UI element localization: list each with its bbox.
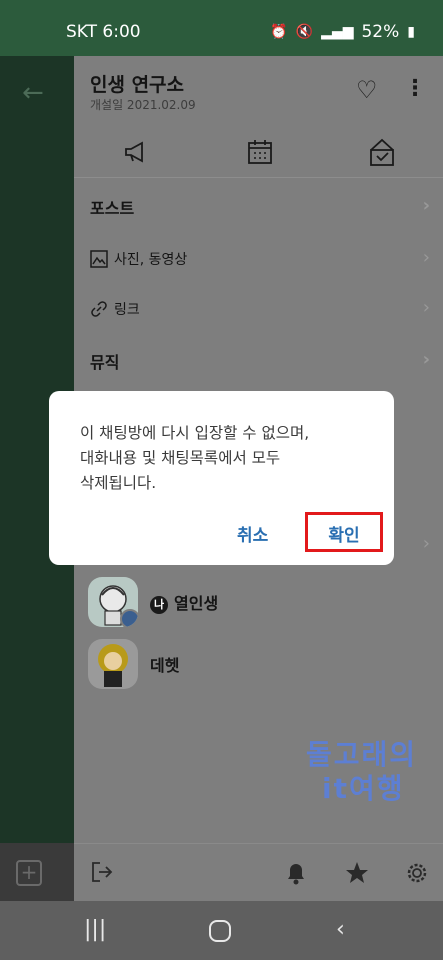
exit-icon[interactable] — [90, 860, 114, 884]
confirm-button[interactable]: 확인 — [308, 521, 380, 546]
recent-apps-icon[interactable]: ||| — [84, 917, 106, 942]
gear-icon[interactable] — [404, 860, 430, 886]
star-icon[interactable] — [344, 860, 370, 886]
menu-photos-label: 사진, 동영상 — [114, 252, 188, 268]
status-icons: ⏰ 🔇 ▂▄▆ 52% ▮ — [270, 22, 415, 42]
alarm-icon: ⏰ — [270, 24, 288, 40]
menu-links-label: 링크 — [114, 302, 140, 318]
link-icon — [90, 300, 108, 318]
chevron-right-icon: › — [422, 195, 430, 216]
heart-icon[interactable]: ♡ — [356, 76, 378, 104]
status-time: SKT 6:00 — [66, 22, 141, 42]
more-icon[interactable]: ⋮ — [404, 76, 426, 101]
gift-box-icon[interactable] — [368, 138, 396, 168]
chat-input-area: + — [0, 843, 74, 901]
member-name: 데헷 — [150, 656, 180, 675]
crown-icon — [120, 609, 138, 627]
chevron-right-icon: › — [422, 349, 430, 370]
member-row[interactable]: 데헷 — [88, 639, 179, 689]
battery-percent: 52% — [361, 22, 400, 42]
room-title: 인생 연구소 — [90, 74, 185, 96]
menu-music[interactable]: 뮤직 › — [90, 346, 430, 376]
chevron-right-icon: › — [422, 533, 430, 554]
status-bar: SKT 6:00 ⏰ 🔇 ▂▄▆ 52% ▮ — [0, 0, 443, 56]
menu-posts[interactable]: 포스트 › — [90, 192, 430, 222]
megaphone-icon[interactable] — [122, 138, 150, 166]
room-created-date: 개설일 2021.02.09 — [90, 98, 196, 112]
confirm-highlight: 확인 — [305, 512, 383, 552]
battery-icon: ▮ — [407, 24, 415, 40]
home-icon[interactable] — [208, 919, 232, 943]
me-badge: 나 — [150, 595, 168, 614]
chevron-right-icon: › — [422, 247, 430, 268]
drawer-bottom-bar — [74, 843, 443, 901]
nav-back-icon[interactable]: ‹ — [336, 917, 345, 942]
avatar — [88, 639, 138, 689]
back-arrow-icon[interactable]: ← — [22, 78, 44, 108]
menu-links[interactable]: 링크 › — [90, 294, 430, 324]
plus-icon[interactable]: + — [16, 860, 42, 886]
member-name: 열인생 — [174, 594, 219, 613]
mute-icon: 🔇 — [295, 24, 314, 40]
signal-icon: ▂▄▆ — [321, 24, 354, 40]
menu-posts-label: 포스트 — [90, 199, 135, 218]
bell-icon[interactable] — [284, 860, 308, 886]
drawer-toolbar — [74, 130, 443, 178]
system-nav-bar: ||| ‹ — [0, 901, 443, 960]
cancel-button[interactable]: 취소 — [237, 521, 268, 546]
menu-music-label: 뮤직 — [90, 353, 120, 372]
member-row[interactable]: 나 열인생 — [88, 577, 218, 627]
chevron-right-icon: › — [422, 297, 430, 318]
dialog-message: 이 채팅방에 다시 입장할 수 없으며, 대화내용 및 채팅목록에서 모두 삭제… — [80, 424, 310, 492]
calendar-icon[interactable] — [246, 138, 274, 166]
menu-photos[interactable]: 사진, 동영상 › — [90, 244, 430, 274]
leave-chat-dialog: 이 채팅방에 다시 입장할 수 없으며, 대화내용 및 채팅목록에서 모두 삭제… — [49, 391, 394, 565]
avatar — [88, 577, 138, 627]
watermark: 돌고래의 it여행 — [306, 738, 418, 805]
photo-icon — [90, 250, 108, 268]
